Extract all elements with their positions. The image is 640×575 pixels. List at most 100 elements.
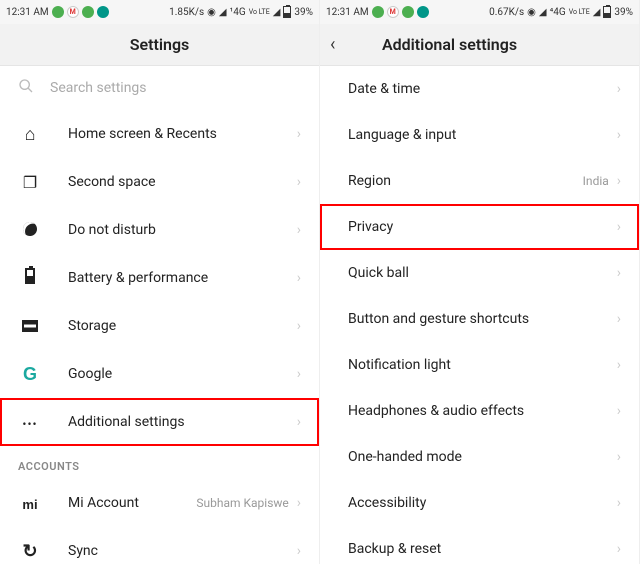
back-icon[interactable]: ‹ — [330, 34, 335, 55]
row-label: One-handed mode — [348, 449, 617, 465]
row-storage[interactable]: Storage› — [0, 302, 319, 350]
chevron-right-icon: › — [617, 311, 621, 327]
status-time: 12:31 AM — [6, 7, 49, 18]
status-mail-icon: M — [67, 6, 79, 18]
mi-account-icon: mi — [18, 494, 42, 513]
chevron-right-icon: › — [617, 357, 621, 373]
search-icon — [18, 78, 34, 98]
status-time: 12:31 AM — [326, 7, 369, 18]
status-app-icon — [52, 6, 64, 18]
row-label: Headphones & audio effects — [348, 403, 617, 419]
signal-icon: ◢ — [273, 7, 281, 18]
row-one-handed[interactable]: One-handed mode› — [320, 434, 639, 480]
row-do-not-disturb[interactable]: Do not disturb› — [0, 206, 319, 254]
row-google[interactable]: G Google› — [0, 350, 319, 398]
row-headphones-audio[interactable]: Headphones & audio effects› — [320, 388, 639, 434]
status-battery-pct: 39% — [294, 7, 313, 18]
row-label: Region — [348, 173, 583, 189]
storage-icon — [18, 317, 42, 336]
status-net1: ¹4G — [230, 7, 246, 18]
row-label: Additional settings — [68, 414, 297, 430]
status-bar: 12:31 AM M 0.67K/s ◉ ◢ ⁴4G Vo LTE ◢ 39% — [320, 0, 639, 24]
row-sync[interactable]: Sync› — [0, 527, 319, 575]
row-date-time[interactable]: Date & time› — [320, 66, 639, 112]
row-accessibility[interactable]: Accessibility› — [320, 480, 639, 526]
row-privacy[interactable]: Privacy› — [320, 204, 639, 250]
search-bar[interactable]: Search settings — [0, 66, 319, 110]
row-button-gesture[interactable]: Button and gesture shortcuts› — [320, 296, 639, 342]
row-value: India — [583, 174, 609, 188]
chevron-right-icon: › — [297, 495, 301, 511]
row-quick-ball[interactable]: Quick ball› — [320, 250, 639, 296]
status-speed: 0.67K/s — [489, 7, 524, 18]
battery-icon — [603, 6, 611, 18]
row-label: Backup & reset — [348, 541, 617, 557]
additional-settings-icon — [18, 413, 42, 432]
row-additional-settings[interactable]: Additional settings› — [0, 398, 319, 446]
row-label: Quick ball — [348, 265, 617, 281]
additional-settings-list: Date & time›Language & input›RegionIndia… — [320, 66, 639, 572]
row-label: Home screen & Recents — [68, 126, 297, 142]
sync-icon — [18, 541, 42, 562]
row-value: Subham Kapiswe — [196, 496, 288, 510]
status-app-icon — [402, 6, 414, 18]
wifi-icon: ◉ — [527, 7, 536, 18]
status-app-icon — [372, 6, 384, 18]
chevron-right-icon: › — [297, 270, 301, 286]
row-battery-performance[interactable]: Battery & performance› — [0, 254, 319, 302]
page-title: Settings — [130, 35, 190, 54]
row-label: Button and gesture shortcuts — [348, 311, 617, 327]
chevron-right-icon: › — [297, 126, 301, 142]
chevron-right-icon: › — [297, 414, 301, 430]
phone-right-additional-settings: 12:31 AM M 0.67K/s ◉ ◢ ⁴4G Vo LTE ◢ 39% … — [320, 0, 640, 564]
chevron-right-icon: › — [617, 265, 621, 281]
row-mi-account[interactable]: mi Mi AccountSubham Kapiswe › — [0, 479, 319, 527]
battery-icon — [283, 6, 291, 18]
chevron-right-icon: › — [297, 366, 301, 382]
wifi-icon: ◉ — [207, 7, 216, 18]
status-app-icon — [97, 6, 109, 18]
row-label: Sync — [68, 543, 297, 559]
row-label: Battery & performance — [68, 270, 297, 286]
row-notification-light[interactable]: Notification light› — [320, 342, 639, 388]
status-net1: ⁴4G — [550, 7, 566, 18]
row-label: Storage — [68, 318, 297, 334]
chevron-right-icon: › — [297, 318, 301, 334]
page-title: Additional settings — [382, 35, 517, 54]
header: ‹ Additional settings — [320, 24, 639, 66]
google-icon: G — [18, 364, 42, 385]
row-label: Second space — [68, 174, 297, 190]
row-label: Notification light — [348, 357, 617, 373]
chevron-right-icon: › — [617, 541, 621, 557]
row-label: Privacy — [348, 219, 617, 235]
row-label: Language & input — [348, 127, 617, 143]
settings-list: Home screen & Recents›Second space›Do no… — [0, 110, 319, 446]
row-label: Do not disturb — [68, 222, 297, 238]
signal-icon: ◢ — [219, 7, 227, 18]
chevron-right-icon: › — [297, 543, 301, 559]
row-region[interactable]: RegionIndia› — [320, 158, 639, 204]
status-net2: Vo LTE — [569, 8, 590, 16]
chevron-right-icon: › — [297, 222, 301, 238]
chevron-right-icon: › — [617, 81, 621, 97]
second-space-icon — [18, 173, 42, 192]
status-battery-pct: 39% — [614, 7, 633, 18]
battery-performance-icon — [18, 268, 42, 288]
status-app-icon — [82, 6, 94, 18]
status-speed: 1.85K/s — [169, 7, 204, 18]
chevron-right-icon: › — [617, 219, 621, 235]
header: Settings — [0, 24, 319, 66]
row-backup-reset[interactable]: Backup & reset› — [320, 526, 639, 572]
chevron-right-icon: › — [297, 174, 301, 190]
chevron-right-icon: › — [617, 127, 621, 143]
row-language-input[interactable]: Language & input› — [320, 112, 639, 158]
row-label: Google — [68, 366, 297, 382]
row-second-space[interactable]: Second space› — [0, 158, 319, 206]
status-mail-icon: M — [387, 6, 399, 18]
phone-left-settings: 12:31 AM M 1.85K/s ◉ ◢ ¹4G Vo LTE ◢ 39% … — [0, 0, 320, 564]
row-label: Mi Account — [68, 495, 196, 511]
accounts-list: miMi AccountSubham Kapiswe›Sync› — [0, 479, 319, 575]
row-home-screen-recents[interactable]: Home screen & Recents› — [0, 110, 319, 158]
status-net2: Vo LTE — [249, 8, 270, 16]
do-not-disturb-icon — [18, 221, 42, 240]
